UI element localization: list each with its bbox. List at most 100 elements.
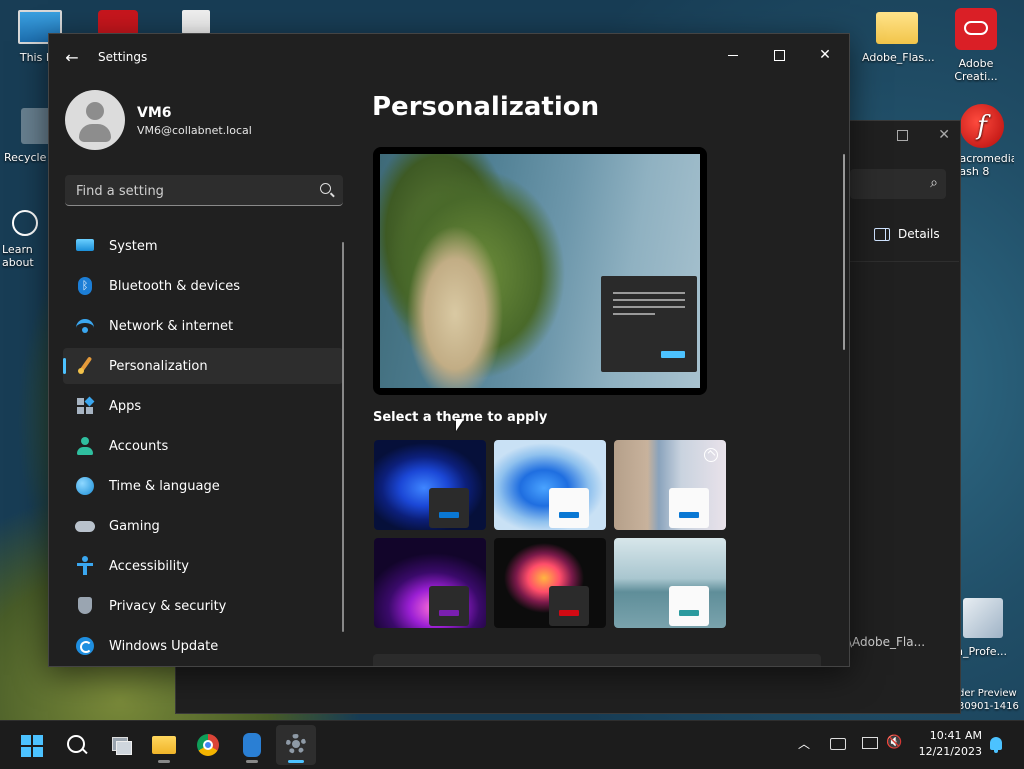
paintbrush-icon: [75, 356, 95, 376]
nav-item-bluetooth-devices[interactable]: ᛒ Bluetooth & devices: [63, 268, 343, 304]
desktop-icon-installer[interactable]: h_Profe...: [956, 598, 1010, 658]
accounts-icon: [75, 436, 95, 456]
nav-item-gaming[interactable]: Gaming: [63, 508, 343, 544]
close-button[interactable]: ✕: [807, 40, 843, 70]
file-explorer-icon: [152, 736, 176, 754]
start-button[interactable]: [12, 725, 52, 765]
wifi-icon: [75, 316, 95, 336]
nav-label: Personalization: [109, 358, 208, 374]
macromedia-flash-icon: f: [960, 104, 1004, 148]
theme-glow[interactable]: [374, 538, 486, 628]
minimize-icon[interactable]: [857, 127, 867, 143]
user-profile[interactable]: VM6 VM6@collabnet.local: [65, 90, 345, 150]
gamepad-icon: [75, 516, 95, 536]
theme-accent-swatch: [679, 512, 699, 518]
details-button[interactable]: Details: [874, 227, 940, 241]
wallpaper-preview-image: [380, 154, 700, 388]
desktop-icon-label: Learn about this picture: [2, 243, 34, 269]
window-title: Settings: [98, 50, 148, 64]
watermark-text: der Preview 30901-1416: [958, 688, 1019, 712]
title-bar[interactable]: ← Settings ✕: [49, 34, 849, 82]
nav-scrollbar[interactable]: [342, 242, 344, 632]
theme-accent-swatch: [439, 610, 459, 616]
nav-item-accessibility[interactable]: Accessibility: [63, 548, 343, 584]
shield-icon: [75, 596, 95, 616]
display-icon[interactable]: [862, 737, 878, 749]
theme-accent-swatch: [559, 610, 579, 616]
camera-icon: [12, 210, 38, 236]
taskbar-file-explorer[interactable]: [144, 725, 184, 765]
settings-window[interactable]: ← Settings ✕ VM6 VM6@collabnet.local Sys…: [48, 33, 850, 667]
nav-item-network-internet[interactable]: Network & internet: [63, 308, 343, 344]
search-icon: [320, 183, 331, 194]
bluetooth-icon: ᛒ: [75, 276, 95, 296]
back-button[interactable]: ←: [61, 48, 83, 68]
theme-windows-spotlight[interactable]: [614, 440, 726, 530]
nav-item-apps[interactable]: Apps: [63, 388, 343, 424]
jenkins-icon: [243, 733, 261, 757]
folder-icon: [876, 12, 918, 44]
nav-item-system[interactable]: System: [63, 228, 343, 264]
settings-nav: System ᛒ Bluetooth & devices Network & i…: [63, 228, 343, 666]
profile-email: VM6@collabnet.local: [137, 124, 252, 137]
nav-item-accounts[interactable]: Accounts: [63, 428, 343, 464]
theme-preview: [373, 147, 707, 395]
content-scrollbar[interactable]: [843, 154, 845, 350]
page-title: Personalization: [372, 92, 600, 122]
taskbar-jenkins[interactable]: [232, 725, 272, 765]
volume-muted-icon[interactable]: 🔇: [886, 735, 902, 750]
nav-label: Privacy & security: [109, 598, 227, 614]
desktop-icon-learn-picture[interactable]: Learn about this picture: [2, 210, 48, 269]
nav-label: System: [109, 238, 158, 254]
settings-card[interactable]: [373, 654, 821, 666]
mouse-cursor: [456, 419, 464, 431]
taskbar: ︿ 🔇 10:41 AM 12/21/2023: [0, 720, 1024, 769]
theme-accent-swatch: [679, 610, 699, 616]
apps-icon: [75, 396, 95, 416]
explorer-search-box[interactable]: ⌕: [850, 169, 946, 199]
task-view-button[interactable]: [100, 725, 140, 765]
desktop-icon-adobe-creative-cloud[interactable]: Adobe Creati...: [948, 8, 1004, 83]
settings-search-box[interactable]: [65, 175, 343, 207]
clock-date: 12/21/2023: [918, 745, 982, 758]
nav-label: Time & language: [109, 478, 220, 494]
nav-item-personalization[interactable]: Personalization: [63, 348, 343, 384]
maximize-button[interactable]: [761, 40, 797, 70]
taskbar-settings[interactable]: [276, 725, 316, 765]
theme-windows-light[interactable]: [494, 440, 606, 530]
theme-accent-swatch: [559, 512, 579, 518]
arrow-left-icon: ←: [65, 48, 79, 67]
nav-label: Network & internet: [109, 318, 234, 334]
nav-label: Accessibility: [109, 558, 189, 574]
desktop-icon-label: Adobe Creati...: [954, 57, 998, 83]
nav-item-privacy-security[interactable]: Privacy & security: [63, 588, 343, 624]
file-path-text: \Adobe_Fla...: [848, 635, 926, 649]
preview-window-mock: [601, 276, 697, 372]
spotlight-icon: [704, 448, 718, 462]
nav-label: Accounts: [109, 438, 169, 454]
nav-label: Gaming: [109, 518, 160, 534]
theme-windows-dark[interactable]: [374, 440, 486, 530]
close-icon: ✕: [819, 47, 831, 63]
desktop-icon-adobe-flash-folder[interactable]: Adobe_Flas...: [862, 12, 935, 64]
desktop-icon-label: Adobe_Flas...: [862, 51, 935, 64]
search-input[interactable]: [74, 175, 313, 207]
accessibility-icon: [75, 556, 95, 576]
avatar: [65, 90, 125, 150]
close-icon[interactable]: ✕: [938, 127, 950, 143]
theme-flow[interactable]: [614, 538, 726, 628]
maximize-icon[interactable]: [897, 130, 909, 141]
minimize-icon: [728, 54, 738, 56]
theme-captured-motion[interactable]: [494, 538, 606, 628]
nav-item-windows-update[interactable]: Windows Update: [63, 628, 343, 664]
nav-item-time-language[interactable]: Time & language: [63, 468, 343, 504]
taskbar-chrome[interactable]: [188, 725, 228, 765]
recycle-bin-icon: [21, 108, 51, 144]
search-icon: ⌕: [930, 175, 938, 191]
show-hidden-icons-chevron[interactable]: ︿: [798, 735, 810, 752]
clock[interactable]: 10:41 AM 12/21/2023: [914, 728, 982, 760]
minimize-button[interactable]: [715, 40, 751, 70]
network-disconnected-icon[interactable]: [830, 738, 846, 750]
taskbar-search-button[interactable]: [56, 725, 96, 765]
notification-bell-icon[interactable]: [990, 737, 1002, 753]
